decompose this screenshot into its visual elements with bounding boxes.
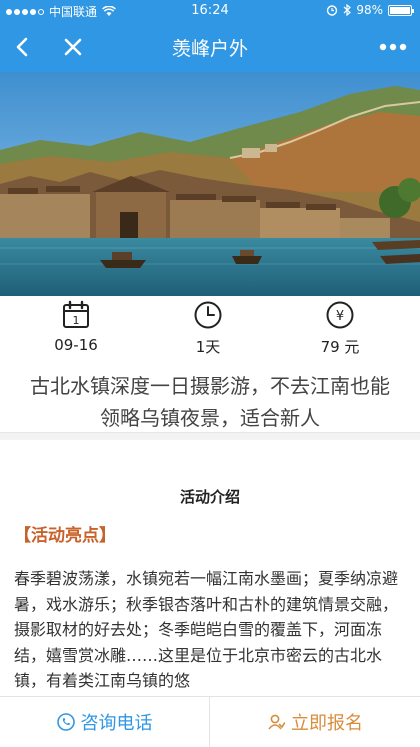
duration-value: 1天 xyxy=(195,338,221,356)
price-info: ¥ 79 元 xyxy=(300,296,380,357)
status-right-group: 98% xyxy=(326,3,414,17)
activity-info-row: 1 09-16 1天 ¥ 79 元 xyxy=(0,296,420,362)
close-icon xyxy=(64,38,82,56)
bottom-action-bar: 咨询电话 立即报名 xyxy=(0,696,420,747)
user-icon xyxy=(268,714,285,730)
clock-icon xyxy=(194,301,222,329)
highlight-label: 【活动亮点】 xyxy=(14,526,116,546)
chevron-left-icon xyxy=(16,37,28,57)
price-symbol: ¥ xyxy=(336,309,344,324)
water-town-photo xyxy=(0,72,420,296)
status-bar: 中国联通 16:24 98% xyxy=(0,0,420,22)
yen-coin-icon: ¥ xyxy=(326,301,354,329)
section-divider xyxy=(0,432,420,440)
section-title: 活动介绍 xyxy=(179,488,240,506)
signup-label: 立即报名 xyxy=(291,713,363,734)
alarm-icon xyxy=(327,5,338,16)
duration-info: 1天 xyxy=(168,296,248,357)
more-button[interactable] xyxy=(376,32,410,62)
consult-label: 咨询电话 xyxy=(80,713,153,734)
close-button[interactable] xyxy=(58,32,88,62)
battery-percent: 98% xyxy=(356,3,383,17)
battery-fill xyxy=(390,6,410,14)
date-value: 09-16 xyxy=(54,336,98,354)
activity-description: 春季碧波荡漾，水镇宛若一幅江南水墨画；夏季纳凉避暑，戏水游乐；秋季银杏落叶和古朴… xyxy=(14,569,399,690)
bluetooth-icon xyxy=(343,4,352,16)
back-button[interactable] xyxy=(8,32,38,62)
activity-title: 古北水镇深度一日摄影游，不去江南也能领略乌镇夜景，适合新人 xyxy=(30,374,390,430)
consult-phone-button[interactable]: 咨询电话 xyxy=(0,697,210,747)
nav-bar: 羡峰户外 xyxy=(0,22,420,72)
calendar-icon: 1 xyxy=(63,300,89,328)
phone-icon xyxy=(56,713,75,731)
date-info: 1 09-16 xyxy=(36,296,116,354)
price-value: 79 元 xyxy=(320,338,360,356)
battery-icon xyxy=(388,4,414,16)
calendar-day: 1 xyxy=(73,314,80,327)
more-dots-icon xyxy=(379,43,407,51)
signup-button[interactable]: 立即报名 xyxy=(210,697,420,747)
hero-image xyxy=(0,72,420,296)
